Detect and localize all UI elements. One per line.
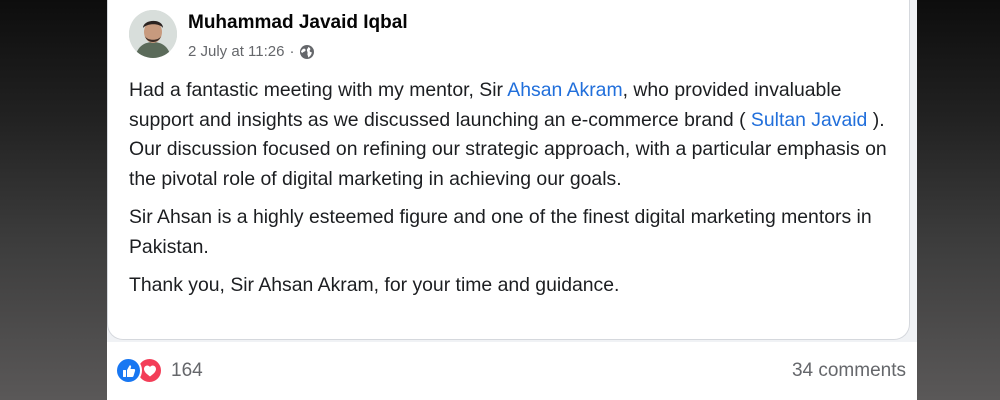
post-text: Had a fantastic meeting with my mentor, … (129, 76, 889, 310)
post-paragraph-3: Thank you, Sir Ahsan Akram, for your tim… (129, 274, 620, 296)
post-meta: 2 July at 11:26 · (188, 43, 315, 60)
reaction-count: 164 (171, 359, 203, 381)
globe-icon[interactable] (299, 44, 315, 60)
post-body: Muhammad Javaid Iqbal 2 July at 11:26 · … (107, 0, 910, 340)
facebook-post: Muhammad Javaid Iqbal 2 July at 11:26 · … (107, 0, 917, 400)
like-icon (115, 357, 142, 384)
avatar-image (129, 10, 177, 58)
author-name[interactable]: Muhammad Javaid Iqbal (188, 12, 408, 34)
post-footer: 164 34 comments (107, 342, 917, 400)
paragraph-1-text-a: Had a fantastic meeting with my mentor, … (129, 79, 508, 101)
comments-count-link[interactable]: 34 comments (792, 360, 906, 382)
meta-separator: · (289, 43, 295, 60)
reactions-summary[interactable]: 164 (115, 357, 203, 384)
post-paragraph-1: Had a fantastic meeting with my mentor, … (129, 76, 889, 194)
author-avatar[interactable] (129, 10, 177, 58)
post-paragraph-2: Sir Ahsan is a highly esteemed figure an… (129, 206, 872, 258)
mention-link-ahsan-akram[interactable]: Ahsan Akram (507, 79, 622, 101)
mention-link-sultan-javaid[interactable]: Sultan Javaid (751, 109, 867, 131)
post-timestamp[interactable]: 2 July at 11:26 (188, 43, 284, 60)
